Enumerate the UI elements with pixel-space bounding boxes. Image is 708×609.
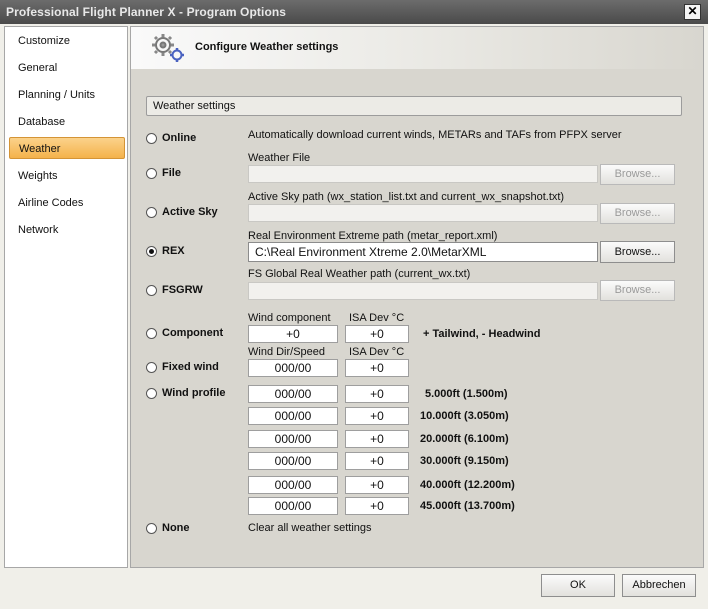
wind-component-caption: Wind component (248, 312, 331, 324)
wind-component-input[interactable]: +0 (248, 325, 338, 343)
weather-settings-group-label: Weather settings (146, 96, 682, 116)
wind-profile-altitude: 20.000ft (6.100m) (420, 433, 509, 445)
sidebar-item-database[interactable]: Database (9, 111, 125, 133)
clear-weather-description: Clear all weather settings (248, 522, 372, 534)
window-title: Professional Flight Planner X - Program … (6, 5, 287, 19)
options-sidebar: Customize General Planning / Units Datab… (4, 26, 128, 568)
file-label: File (162, 167, 181, 179)
wind-profile-isa-input[interactable]: +0 (345, 497, 409, 515)
cancel-button[interactable]: Abbrechen (622, 574, 696, 597)
fixed-wind-radio[interactable] (146, 362, 157, 373)
wind-profile-wind-input[interactable]: 000/00 (248, 407, 338, 425)
wind-profile-isa-input[interactable]: +0 (345, 407, 409, 425)
wind-profile-isa-input[interactable]: +0 (345, 430, 409, 448)
online-label: Online (162, 132, 197, 144)
panel-header: Configure Weather settings (131, 27, 703, 69)
active-sky-caption: Active Sky path (wx_station_list.txt and… (248, 191, 565, 203)
rex-caption: Real Environment Extreme path (metar_rep… (248, 230, 498, 242)
rex-browse-button[interactable]: Browse... (600, 241, 675, 263)
fixed-wind-input[interactable]: 000/00 (248, 359, 338, 377)
wind-profile-altitude: 40.000ft (12.200m) (420, 479, 515, 491)
none-label: None (162, 522, 190, 534)
wind-profile-isa-input[interactable]: +0 (345, 452, 409, 470)
fsgrw-path-input[interactable] (248, 282, 598, 300)
online-description: Automatically download current winds, ME… (248, 129, 622, 141)
page-title: Configure Weather settings (195, 41, 339, 53)
rex-path-input[interactable]: C:\Real Environment Xtreme 2.0\MetarXML (248, 242, 598, 262)
wind-profile-wind-input[interactable]: 000/00 (248, 497, 338, 515)
wind-profile-wind-input[interactable]: 000/00 (248, 430, 338, 448)
wind-profile-wind-input[interactable]: 000/00 (248, 476, 338, 494)
wind-profile-altitude: 45.000ft (13.700m) (420, 500, 515, 512)
fixed-wind-isa-caption: ISA Dev °C (349, 346, 405, 358)
wind-dir-speed-caption: Wind Dir/Speed (248, 346, 326, 358)
fsgrw-label: FSGRW (162, 284, 203, 296)
file-browse-button[interactable]: Browse... (600, 164, 675, 185)
wind-profile-altitude: 30.000ft (9.150m) (420, 455, 509, 467)
fixed-wind-label: Fixed wind (162, 361, 219, 373)
online-radio[interactable] (146, 133, 157, 144)
title-bar: Professional Flight Planner X - Program … (0, 0, 708, 24)
wind-profile-isa-input[interactable]: +0 (345, 385, 409, 403)
ok-button[interactable]: OK (541, 574, 615, 597)
sidebar-item-planning-units[interactable]: Planning / Units (9, 84, 125, 106)
fsgrw-browse-button[interactable]: Browse... (600, 280, 675, 301)
wind-profile-altitude: 5.000ft (1.500m) (425, 388, 508, 400)
rex-label: REX (162, 245, 185, 257)
wind-profile-altitude: 10.000ft (3.050m) (420, 410, 509, 422)
sidebar-item-network[interactable]: Network (9, 219, 125, 241)
sidebar-item-airline-codes[interactable]: Airline Codes (9, 192, 125, 214)
wind-profile-isa-input[interactable]: +0 (345, 476, 409, 494)
rex-radio[interactable] (146, 246, 157, 257)
wind-profile-wind-input[interactable]: 000/00 (248, 452, 338, 470)
component-radio[interactable] (146, 328, 157, 339)
wind-profile-radio[interactable] (146, 388, 157, 399)
sidebar-item-customize[interactable]: Customize (9, 30, 125, 52)
weather-file-path-input[interactable] (248, 165, 598, 183)
gears-icon (152, 34, 184, 62)
fixed-wind-isa-input[interactable]: +0 (345, 359, 409, 377)
component-isa-input[interactable]: +0 (345, 325, 409, 343)
active-sky-label: Active Sky (162, 206, 218, 218)
close-icon[interactable]: ✕ (684, 4, 701, 20)
active-sky-path-input[interactable] (248, 204, 598, 222)
weather-settings-panel: Configure Weather settings Weather setti… (130, 26, 704, 568)
component-label: Component (162, 327, 224, 339)
sidebar-item-weather[interactable]: Weather (9, 137, 125, 159)
weather-file-caption: Weather File (248, 152, 311, 164)
fsgrw-radio[interactable] (146, 285, 157, 296)
file-radio[interactable] (146, 168, 157, 179)
active-sky-browse-button[interactable]: Browse... (600, 203, 675, 224)
wind-profile-wind-input[interactable]: 000/00 (248, 385, 338, 403)
none-radio[interactable] (146, 523, 157, 534)
sidebar-item-general[interactable]: General (9, 57, 125, 79)
component-isa-caption: ISA Dev °C (349, 312, 405, 324)
fsgrw-caption: FS Global Real Weather path (current_wx.… (248, 268, 471, 280)
tailwind-headwind-hint: + Tailwind, - Headwind (423, 328, 541, 340)
sidebar-item-weights[interactable]: Weights (9, 165, 125, 187)
wind-profile-label: Wind profile (162, 387, 226, 399)
active-sky-radio[interactable] (146, 207, 157, 218)
